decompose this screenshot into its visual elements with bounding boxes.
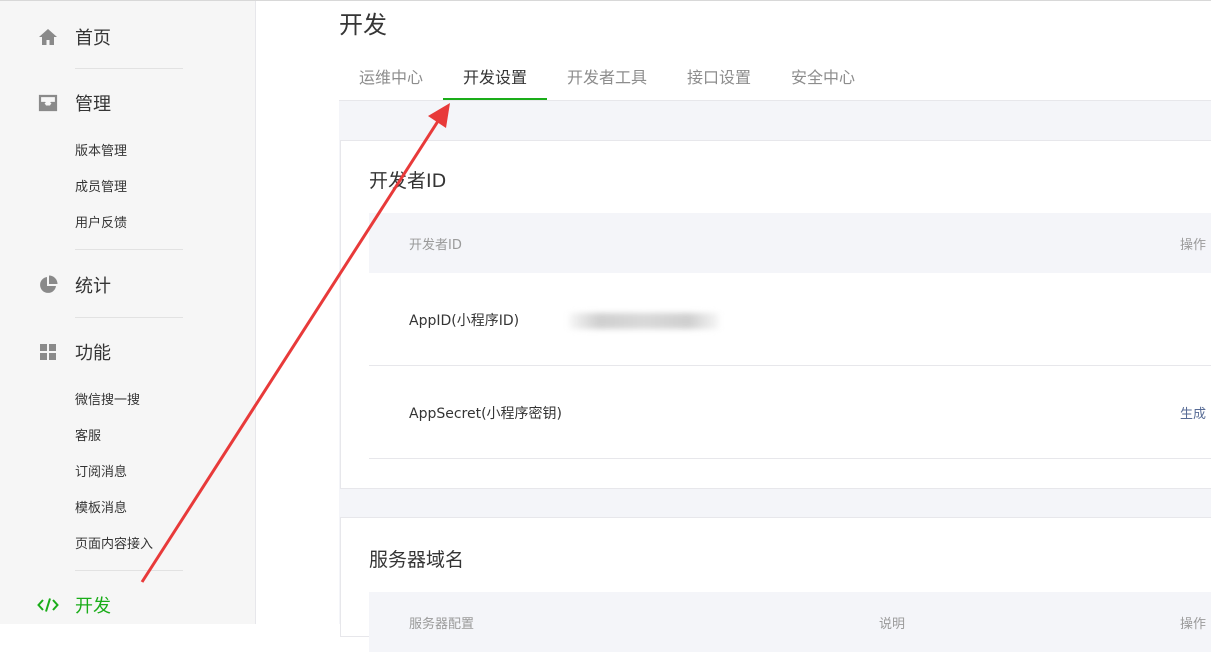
column-header-action: 操作	[1179, 238, 1206, 253]
table-header: 开发者ID 操作	[369, 213, 1211, 273]
sidebar-item-features[interactable]: 功能	[37, 340, 111, 364]
server-domain-card: 服务器域名 服务器配置 说明 操作	[340, 517, 1211, 652]
sidebar-divider	[75, 68, 183, 69]
sidebar-item-wechat-search[interactable]: 微信搜一搜	[75, 393, 140, 409]
sidebar-item-page-content[interactable]: 页面内容接入	[75, 537, 153, 553]
column-header-action: 操作	[1179, 617, 1206, 632]
dev-id-card: 开发者ID 开发者ID 操作 AppID(小程序ID) AppSecret(小程…	[340, 140, 1211, 489]
sidebar-item-label: 首页	[75, 28, 111, 49]
sidebar-item-stats[interactable]: 统计	[37, 273, 111, 297]
column-header-description: 说明	[879, 617, 906, 632]
home-icon	[37, 26, 59, 48]
sidebar-divider	[75, 249, 183, 250]
table-row-appsecret: AppSecret(小程序密钥) 生成	[369, 366, 1211, 459]
appsecret-label: AppSecret(小程序密钥)	[409, 406, 563, 422]
sidebar-item-home[interactable]: 首页	[37, 25, 111, 49]
tab-bar: 运维中心 开发设置 开发者工具 接口设置 安全中心	[339, 57, 1211, 101]
sidebar: 首页 管理 版本管理 成员管理 用户反馈 统计 功能 微信搜一搜 客服 订阅消息…	[0, 1, 256, 624]
tab-dev-settings[interactable]: 开发设置	[443, 57, 547, 100]
sidebar-item-version-manage[interactable]: 版本管理	[75, 144, 127, 160]
sidebar-item-customer-service[interactable]: 客服	[75, 429, 101, 445]
pie-chart-icon	[37, 274, 59, 296]
column-header-server-config: 服务器配置	[409, 617, 475, 632]
sidebar-divider	[75, 570, 183, 571]
code-icon	[37, 594, 59, 616]
sidebar-item-subscribe-message[interactable]: 订阅消息	[75, 465, 127, 481]
table-header: 服务器配置 说明 操作	[369, 592, 1211, 652]
table-row-appid: AppID(小程序ID)	[369, 273, 1211, 366]
appid-label: AppID(小程序ID)	[409, 313, 520, 329]
sidebar-item-label: 管理	[75, 94, 111, 115]
main-panel: 开发 运维中心 开发设置 开发者工具 接口设置 安全中心 开发者ID 开发者ID…	[256, 1, 1211, 652]
tab-ops-center[interactable]: 运维中心	[339, 57, 443, 100]
appid-value-obscured	[569, 313, 719, 329]
sidebar-divider	[75, 317, 183, 318]
tab-dev-tools[interactable]: 开发者工具	[547, 57, 667, 100]
tab-security-center[interactable]: 安全中心	[771, 57, 875, 100]
sidebar-item-dev[interactable]: 开发	[37, 593, 111, 617]
page-title: 开发	[339, 11, 387, 39]
column-header-dev-id: 开发者ID	[409, 238, 462, 253]
sidebar-item-label: 统计	[75, 276, 111, 297]
sidebar-item-template-message[interactable]: 模板消息	[75, 501, 127, 517]
grid-icon	[37, 341, 59, 363]
sidebar-item-label: 开发	[75, 596, 111, 617]
generate-secret-link[interactable]: 生成	[1180, 403, 1206, 422]
sidebar-item-label: 功能	[75, 343, 111, 364]
tab-api-settings[interactable]: 接口设置	[667, 57, 771, 100]
card-title: 服务器域名	[369, 549, 465, 571]
sidebar-item-user-feedback[interactable]: 用户反馈	[75, 216, 127, 232]
card-title: 开发者ID	[369, 170, 447, 192]
inbox-icon	[37, 92, 59, 114]
sidebar-item-manage[interactable]: 管理	[37, 91, 111, 115]
sidebar-item-member-manage[interactable]: 成员管理	[75, 180, 127, 196]
